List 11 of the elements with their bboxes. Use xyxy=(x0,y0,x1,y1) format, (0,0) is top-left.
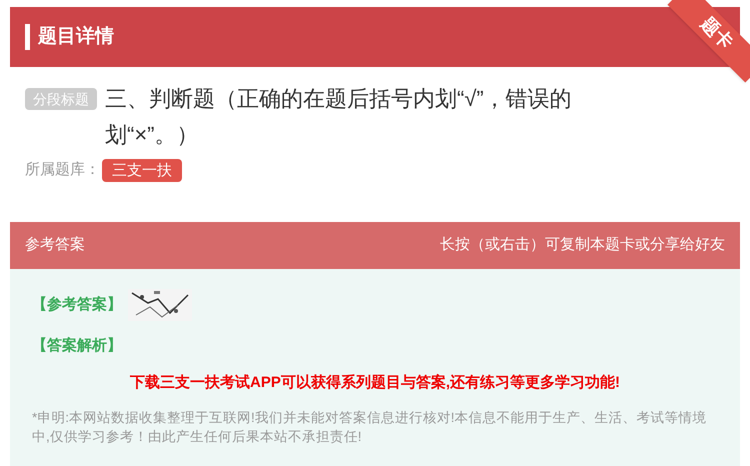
accent-bar xyxy=(25,24,30,50)
answer-label: 【参考答案】 xyxy=(32,294,122,315)
disclaimer-text: *申明:本网站数据收集整理于互联网!我们并未能对答案信息进行核对!本信息不能用于生产、生活、考试等情境中,仅供学习参考！由此产生任何后果本站不承担责任! xyxy=(32,409,708,446)
bank-tag[interactable]: 三支一扶 xyxy=(102,159,182,182)
share-hint: 长按（或右击）可复制本题卡或分享给好友 xyxy=(440,235,725,256)
question-text: 三、判断题（正确的在题后括号内划“√”，错误的划“×”。） xyxy=(105,85,573,149)
bank-label: 所属题库： xyxy=(25,160,100,180)
analysis-label: 【答案解析】 xyxy=(32,336,123,356)
promo-text: 下载三支一扶考试APP可以获得系列题目与答案,还有练习等更多学习功能! xyxy=(128,372,621,392)
header-title: 题目详情 xyxy=(38,24,114,49)
answer-bar-title: 参考答案 xyxy=(25,235,85,256)
